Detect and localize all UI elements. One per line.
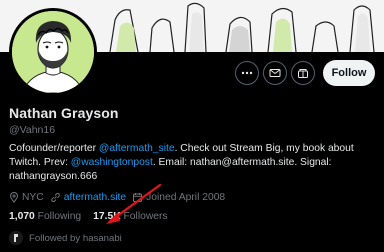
join-date-text: Joined April 2008 bbox=[146, 191, 226, 203]
follower-avatar bbox=[9, 231, 23, 245]
website[interactable]: aftermath.site bbox=[50, 192, 126, 203]
followed-by[interactable]: Followed by hasanabi bbox=[9, 230, 122, 246]
bio-link-aftermath[interactable]: @aftermath_site bbox=[99, 143, 175, 154]
profile-name: Nathan Grayson bbox=[9, 105, 119, 121]
following-stat[interactable]: 1,070 Following bbox=[9, 211, 81, 222]
followers-label: Followers bbox=[123, 211, 168, 222]
avatar[interactable] bbox=[9, 8, 97, 96]
more-options-button[interactable] bbox=[235, 61, 259, 85]
profile-handle: @Vahn16 bbox=[9, 124, 56, 136]
bio-link-washingtonpost[interactable]: @washingtonpost bbox=[71, 157, 153, 168]
location-pin-icon bbox=[9, 191, 19, 203]
bio-text: Cofounder/reporter bbox=[9, 143, 99, 154]
profile-page: Follow Nathan Grayson @Vahn16 Cofounder/… bbox=[0, 0, 384, 252]
message-button[interactable] bbox=[263, 61, 287, 85]
follow-stats: 1,070 Following 17.5K Followers bbox=[9, 211, 168, 222]
location: NYC bbox=[9, 192, 44, 203]
more-icon bbox=[241, 67, 253, 79]
following-count: 1,070 bbox=[9, 211, 35, 222]
link-icon bbox=[50, 192, 61, 203]
join-date: Joined April 2008 bbox=[132, 192, 225, 203]
website-link[interactable]: aftermath.site bbox=[64, 192, 126, 203]
newsletter-icon bbox=[297, 67, 309, 79]
subscribe-button[interactable] bbox=[291, 61, 315, 85]
followers-count: 17.5K bbox=[93, 211, 121, 222]
avatar-image bbox=[12, 11, 94, 93]
envelope-icon bbox=[269, 67, 281, 79]
followers-stat[interactable]: 17.5K Followers bbox=[93, 211, 167, 222]
following-label: Following bbox=[37, 211, 82, 222]
profile-bio: Cofounder/reporter @aftermath_site. Chec… bbox=[9, 142, 379, 184]
location-text: NYC bbox=[22, 191, 44, 203]
follow-button[interactable]: Follow bbox=[323, 60, 375, 86]
followed-by-text: Followed by hasanabi bbox=[29, 232, 122, 244]
calendar-icon bbox=[132, 192, 143, 203]
profile-meta: NYC aftermath.site Joined April 2008 bbox=[9, 190, 225, 204]
